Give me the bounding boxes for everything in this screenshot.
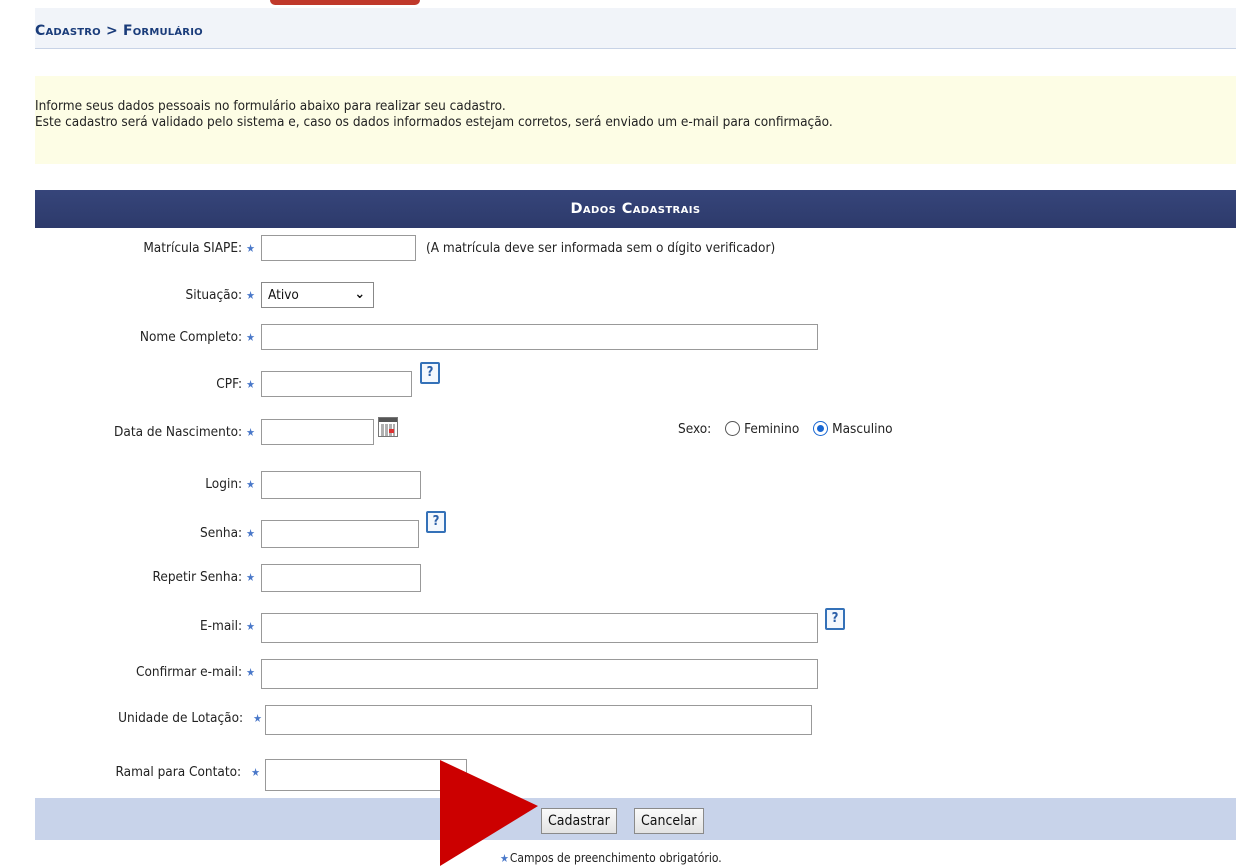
- notice-line-2: Este cadastro será validado pelo sistema…: [35, 114, 833, 130]
- nascimento-label: Data de Nascimento: ★: [114, 424, 255, 440]
- senha-input[interactable]: [261, 520, 419, 548]
- form-body: Matrícula SIAPE: ★ (A matrícula deve ser …: [35, 228, 1236, 798]
- row-repetir-senha: Repetir Senha: ★: [35, 564, 1236, 592]
- cpf-input[interactable]: [261, 371, 412, 397]
- required-star-icon: ★: [251, 766, 260, 779]
- row-nascimento: Data de Nascimento: ★ Sexo: Feminino Masc…: [35, 417, 1236, 445]
- required-star-icon: ★: [246, 571, 255, 584]
- row-email: E-mail: ★ ?: [35, 608, 1236, 643]
- repetir-senha-label: Repetir Senha: ★: [152, 569, 255, 585]
- chevron-down-icon: ⌄: [354, 286, 365, 302]
- registration-form: Dados Cadastrais Matrícula SIAPE: ★ (A ma…: [35, 190, 1236, 840]
- masculino-label: Masculino: [832, 421, 893, 437]
- unidade-label: Unidade de Lotação: ★: [118, 710, 262, 726]
- required-star-icon: ★: [246, 331, 255, 344]
- login-label: Login: ★: [205, 476, 255, 492]
- row-ramal: Ramal para Contato: ★: [35, 759, 1236, 791]
- matricula-label: Matrícula SIAPE: ★: [143, 240, 255, 256]
- unidade-input[interactable]: [265, 705, 812, 735]
- mandatory-note-text: Campos de preenchimento obrigatório.: [509, 851, 722, 865]
- situacao-label: Situação: ★: [185, 287, 255, 303]
- row-senha: Senha: ★ ?: [35, 511, 1236, 548]
- form-actions: Cadastrar Cancelar: [35, 798, 1236, 840]
- required-star-icon: ★: [253, 712, 262, 725]
- ramal-input[interactable]: [265, 759, 467, 791]
- row-matricula: Matrícula SIAPE: ★ (A matrícula deve ser …: [35, 235, 1236, 261]
- row-nome: Nome Completo: ★: [35, 324, 1236, 350]
- required-star-icon: ★: [246, 666, 255, 679]
- breadcrumb-text: Cadastro > Formulário: [35, 23, 203, 39]
- required-star-icon: ★: [246, 527, 255, 540]
- matricula-hint: (A matrícula deve ser informada sem o dí…: [426, 240, 776, 256]
- required-star-icon: ★: [246, 378, 255, 391]
- masculino-radio[interactable]: [813, 421, 829, 436]
- required-star-icon: ★: [246, 478, 255, 491]
- situacao-select[interactable]: Ativo ⌄: [261, 282, 374, 308]
- feminino-label: Feminino: [744, 421, 800, 437]
- cadastrar-button[interactable]: Cadastrar: [541, 808, 617, 834]
- ramal-label: Ramal para Contato: ★: [115, 764, 260, 780]
- calendar-icon[interactable]: [378, 417, 398, 437]
- row-login: Login: ★: [35, 471, 1236, 499]
- required-star-icon: ★: [246, 242, 255, 255]
- sexo-label: Sexo:: [678, 421, 712, 437]
- required-star-icon: ★: [246, 426, 255, 439]
- required-star-icon: ★: [500, 852, 509, 865]
- mandatory-note: ★Campos de preenchimento obrigatório.: [500, 851, 722, 865]
- form-title: Dados Cadastrais: [35, 190, 1236, 228]
- help-icon[interactable]: ?: [420, 362, 440, 384]
- sexo-radio-group: Sexo: Feminino Masculino: [678, 421, 893, 437]
- cancelar-button[interactable]: Cancelar: [634, 808, 704, 834]
- top-accent-bar: [270, 0, 420, 5]
- help-icon[interactable]: ?: [825, 608, 845, 630]
- cpf-label: CPF: ★: [216, 376, 255, 392]
- matricula-input[interactable]: [261, 235, 416, 261]
- repetir-senha-input[interactable]: [261, 564, 421, 592]
- nascimento-input[interactable]: [261, 419, 374, 445]
- situacao-selected-value: Ativo: [268, 287, 299, 303]
- confirmar-email-input[interactable]: [261, 659, 818, 689]
- login-input[interactable]: [261, 471, 421, 499]
- row-unidade: Unidade de Lotação: ★: [35, 705, 1236, 735]
- email-label: E-mail: ★: [199, 618, 255, 634]
- required-star-icon: ★: [246, 289, 255, 302]
- senha-label: Senha: ★: [200, 525, 255, 541]
- info-notice: Informe seus dados pessoais no formulári…: [35, 76, 1236, 164]
- breadcrumb: Cadastro > Formulário: [35, 8, 1236, 49]
- email-input[interactable]: [261, 613, 818, 643]
- row-situacao: Situação: ★ Ativo ⌄: [35, 282, 1236, 308]
- row-confirmar-email: Confirmar e-mail: ★: [35, 659, 1236, 689]
- help-icon[interactable]: ?: [426, 511, 446, 533]
- row-cpf: CPF: ★ ?: [35, 362, 1236, 397]
- required-star-icon: ★: [246, 620, 255, 633]
- feminino-radio[interactable]: [725, 421, 741, 436]
- notice-line-1: Informe seus dados pessoais no formulári…: [35, 98, 506, 114]
- nome-label: Nome Completo: ★: [139, 329, 255, 345]
- nome-input[interactable]: [261, 324, 818, 350]
- confirmar-email-label: Confirmar e-mail: ★: [136, 664, 255, 680]
